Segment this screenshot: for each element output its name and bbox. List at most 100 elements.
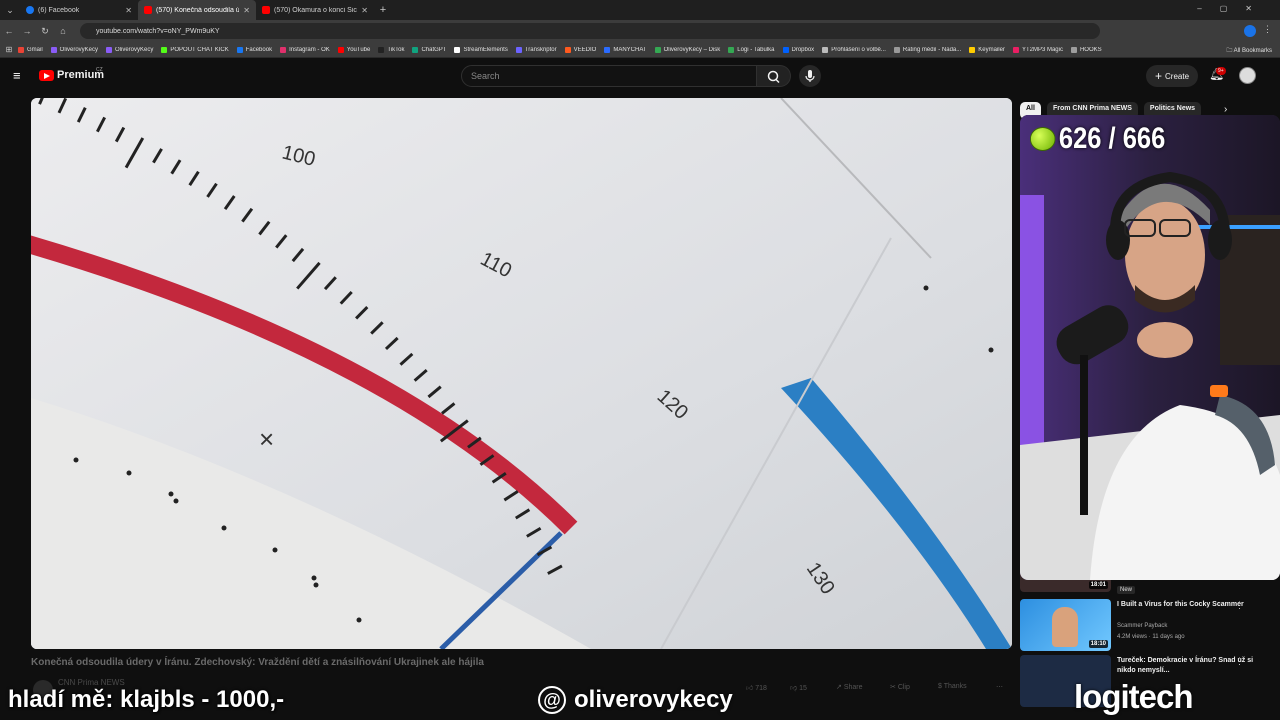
- bookmark-item[interactable]: POPOUT CHAT KICK: [161, 46, 229, 53]
- search-button[interactable]: [757, 65, 791, 87]
- new-badge: New: [1117, 586, 1136, 594]
- bookmark-favicon-icon: [893, 46, 900, 53]
- social-handle: @ oliverovykecy: [538, 686, 733, 714]
- bookmark-item[interactable]: StreamElements: [454, 46, 508, 53]
- bookmark-favicon-icon: [604, 46, 611, 53]
- notifications-badge: 9+: [1216, 67, 1226, 75]
- voice-search-button[interactable]: [799, 65, 821, 87]
- home-icon[interactable]: ⌂: [54, 26, 72, 36]
- close-tab-icon[interactable]: ✕: [243, 6, 250, 15]
- bookmark-item[interactable]: YT2MP3 Magic: [1012, 46, 1063, 53]
- address-bar[interactable]: youtube.com/watch?v=oNY_PWm9uKY: [80, 23, 1100, 39]
- gauge-dot: [311, 575, 317, 581]
- bookmark-item[interactable]: YouTube: [337, 46, 370, 53]
- bookmark-list: Gmail OliverovyKecy OliverovyKecy POPOUT CH…: [18, 46, 1198, 53]
- all-bookmarks[interactable]: 🗀 All Bookmarks: [1226, 46, 1272, 56]
- logo-region: CZ: [96, 67, 103, 73]
- bookmark-item[interactable]: OliverovyKecy: [106, 46, 153, 53]
- bookmark-favicon-icon: [454, 46, 461, 53]
- more-actions-icon[interactable]: ⋯: [996, 683, 1003, 691]
- browser-tab-facebook[interactable]: (6) Facebook ✕: [20, 0, 138, 20]
- video-frame-gauge: 100 110 120 130 ×: [31, 98, 1012, 649]
- forward-icon[interactable]: →: [18, 26, 36, 36]
- microphone-icon: [805, 70, 815, 82]
- sponsor-logo: logitech: [1074, 678, 1194, 715]
- bookmark-favicon-icon: [236, 46, 243, 53]
- bookmark-item[interactable]: Dropbox: [782, 46, 814, 53]
- bookmark-favicon-icon: [1070, 46, 1077, 53]
- threads-icon: @: [538, 686, 566, 714]
- bookmark-favicon-icon: [50, 46, 57, 53]
- window-controls: –▢✕: [1197, 4, 1270, 13]
- bookmark-favicon-icon: [161, 46, 168, 53]
- bookmark-item[interactable]: Logi - Tabulka: [728, 46, 775, 53]
- youtube-masthead: ≡ Premium CZ Search + Create 🔔︎ 9+: [0, 58, 1280, 94]
- bookmark-item[interactable]: OliverovyKecy: [50, 46, 98, 53]
- like-button[interactable]: 👍︎ 718: [746, 683, 767, 692]
- more-options-icon[interactable]: ⋮: [1235, 600, 1244, 611]
- bookmark-favicon-icon: [337, 46, 344, 53]
- gauge-dot: [356, 617, 362, 623]
- clip-button[interactable]: ✂ Clip: [890, 683, 910, 691]
- bookmark-item[interactable]: Keymailer: [969, 46, 1005, 53]
- gauge-dot: [173, 498, 179, 504]
- browser-tab-okamura[interactable]: (570) Okamura o konci Šichtař ✕: [256, 0, 374, 20]
- chevron-right-icon[interactable]: ›: [1224, 104, 1227, 115]
- thumbnail-face: [1052, 607, 1078, 647]
- apps-icon[interactable]: ⊞: [0, 45, 18, 54]
- thanks-button[interactable]: $ Thanks: [938, 683, 967, 690]
- gauge-dot: [73, 457, 79, 463]
- browser-tab-strip: ⌄ (6) Facebook ✕ (570) Konečná odsoudila…: [0, 0, 1280, 20]
- bookmark-item[interactable]: Facebook: [236, 46, 272, 53]
- bookmark-favicon-icon: [18, 46, 24, 53]
- plus-icon: +: [1154, 69, 1162, 83]
- more-options-icon[interactable]: ⋮: [1235, 656, 1244, 667]
- bookmark-favicon-icon: [1012, 46, 1019, 53]
- browser-tab-active-video[interactable]: (570) Konečná odsoudila údery ✕: [138, 0, 256, 20]
- bookmark-item[interactable]: VEEDIO: [564, 46, 596, 53]
- tab-search-icon[interactable]: ⌄: [0, 5, 20, 16]
- bookmark-favicon-icon: [969, 46, 976, 53]
- counter-overlay: 626 / 666: [1030, 122, 1165, 156]
- reload-icon[interactable]: ↻: [36, 26, 54, 37]
- hamburger-menu-icon[interactable]: ≡: [13, 68, 21, 83]
- avatar[interactable]: [1239, 67, 1256, 84]
- gauge-dot: [923, 285, 929, 291]
- bookmark-item[interactable]: Transkriptor: [515, 46, 557, 53]
- bookmark-favicon-icon: [106, 46, 113, 53]
- close-tab-icon[interactable]: ✕: [125, 6, 132, 15]
- bookmark-favicon-icon: [378, 46, 385, 53]
- gauge-dot: [168, 491, 174, 497]
- bookmark-item[interactable]: TikTok: [378, 46, 404, 53]
- bookmark-item[interactable]: MANYCHAT: [604, 46, 647, 53]
- video-player[interactable]: 100 110 120 130 ×: [31, 98, 1012, 649]
- bookmark-favicon-icon: [728, 46, 735, 53]
- youtube-logo-icon[interactable]: [39, 70, 54, 81]
- facebook-icon: [26, 6, 34, 14]
- close-tab-icon[interactable]: ✕: [361, 6, 368, 15]
- youtube-icon: [144, 6, 152, 14]
- bookmark-favicon-icon: [515, 46, 522, 53]
- share-button[interactable]: ↗ Share: [836, 683, 863, 691]
- bookmark-favicon-icon: [564, 46, 571, 53]
- menu-icon[interactable]: ⋮: [1263, 24, 1272, 35]
- search-icon: [767, 70, 780, 84]
- address-toolbar: ← → ↻ ⌂ youtube.com/watch?v=oNY_PWm9uKY …: [0, 20, 1280, 42]
- bookmark-item[interactable]: HOOKS: [1070, 46, 1102, 53]
- donation-promo-text: hladí mě: klajbls - 1000,-: [8, 686, 285, 713]
- new-tab-icon[interactable]: +: [374, 4, 392, 16]
- lime-icon: [1030, 127, 1056, 151]
- bookmark-item[interactable]: ChatGPT: [412, 46, 446, 53]
- search-input[interactable]: Search: [461, 65, 757, 87]
- bookmark-item[interactable]: Gmail: [18, 46, 43, 53]
- back-icon[interactable]: ←: [0, 26, 18, 36]
- dislike-button[interactable]: 👎︎ 15: [790, 683, 807, 692]
- gauge-dot: [221, 525, 227, 531]
- profile-icon[interactable]: [1244, 25, 1256, 37]
- bookmark-item[interactable]: Rating médií - Nada...: [893, 46, 961, 53]
- bookmark-item[interactable]: OliverovyKecy – Disk: [654, 46, 720, 53]
- youtube-icon: [262, 6, 270, 14]
- bookmark-item[interactable]: Prohlášení o volbě...: [822, 46, 886, 53]
- create-button[interactable]: + Create: [1146, 65, 1198, 87]
- bookmark-item[interactable]: Instagram - OK: [280, 46, 330, 53]
